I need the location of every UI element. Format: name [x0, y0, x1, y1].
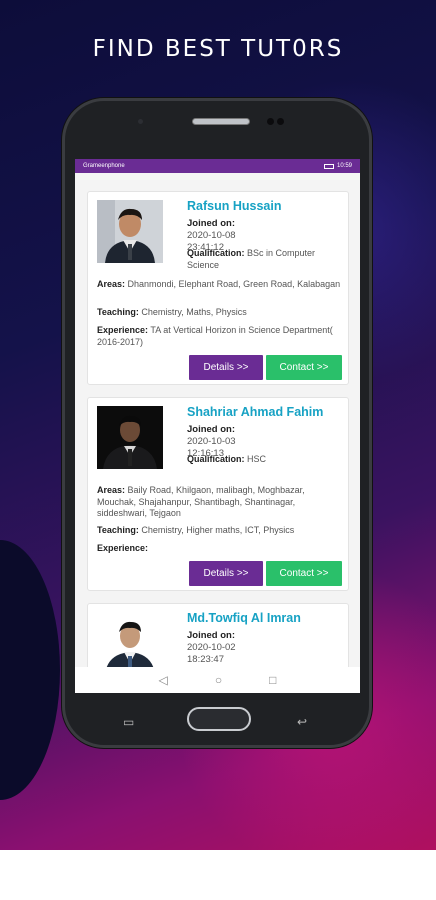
tutor-card: Rafsun Hussain Joined on: 2020-10-08 23:… [87, 191, 349, 385]
teaching-label: Teaching: [97, 525, 139, 535]
circle-home-icon[interactable]: ○ [215, 673, 222, 687]
tutor-list[interactable]: Rafsun Hussain Joined on: 2020-10-08 23:… [75, 179, 360, 667]
tutor-name[interactable]: Md.Towfiq Al Imran [187, 611, 301, 625]
clock-label: 10:59 [336, 163, 352, 169]
app-screen: Grameenphone 10:59 Rafsun Hussain Joined… [75, 159, 360, 693]
android-nav-bar: ◁ ○ □ [75, 667, 360, 693]
carrier-label: Grameenphone [83, 163, 125, 169]
tutor-name[interactable]: Shahriar Ahmad Fahim [187, 405, 323, 419]
qualification-label: Qualification: [187, 248, 245, 258]
teaching-label: Teaching: [97, 307, 139, 317]
areas-label: Areas: [97, 485, 126, 495]
home-button[interactable] [187, 707, 251, 731]
promo-background: FIND BEST TUT0RS Grameenphone 10:59 Rafs… [0, 0, 436, 850]
teaching-value: Chemistry, Maths, Physics [141, 307, 247, 317]
contact-button[interactable]: Contact >> [266, 355, 342, 380]
qualification-value: HSC [247, 454, 267, 464]
qualification-label: Qualification: [187, 454, 245, 464]
tutor-photo [97, 200, 163, 263]
teaching-value: Chemistry, Higher maths, ICT, Physics [141, 525, 295, 535]
areas-label: Areas: [97, 279, 126, 289]
speaker-grille [192, 118, 250, 125]
areas-value: Dhanmondi, Elephant Road, Green Road, Ka… [127, 279, 341, 289]
experience-label: Experience: [97, 543, 149, 553]
contact-button[interactable]: Contact >> [266, 561, 342, 586]
tutor-card: Md.Towfiq Al Imran Joined on: 2020-10-02… [87, 603, 349, 667]
areas-value: Baily Road, Khilgaon, malibagh, Moghbaza… [97, 485, 305, 518]
back-key-icon[interactable]: ↩ [297, 715, 307, 729]
phone-frame: Grameenphone 10:59 Rafsun Hussain Joined… [62, 98, 372, 748]
joined-date: 2020-10-02 18:23:47 [187, 642, 236, 665]
background-shape [0, 540, 60, 800]
tutor-card: Shahriar Ahmad Fahim Joined on: 2020-10-… [87, 397, 349, 591]
triangle-back-icon[interactable]: ◁ [159, 673, 168, 687]
details-button[interactable]: Details >> [189, 355, 263, 380]
recents-key-icon[interactable]: ▭ [123, 715, 134, 729]
joined-label: Joined on: [187, 218, 236, 229]
battery-icon [323, 163, 334, 169]
square-recents-icon[interactable]: □ [269, 673, 276, 687]
tutor-photo [97, 406, 163, 469]
details-button[interactable]: Details >> [189, 561, 263, 586]
promo-headline: FIND BEST TUT0RS [92, 36, 344, 62]
camera-icon [277, 118, 284, 125]
tutor-photo [97, 612, 163, 667]
experience-label: Experience: [97, 325, 149, 335]
camera-icon [267, 118, 274, 125]
tutor-name[interactable]: Rafsun Hussain [187, 199, 281, 213]
joined-label: Joined on: [187, 630, 236, 641]
status-bar: Grameenphone 10:59 [75, 159, 360, 173]
sensor-icon [138, 119, 143, 124]
joined-label: Joined on: [187, 424, 236, 435]
